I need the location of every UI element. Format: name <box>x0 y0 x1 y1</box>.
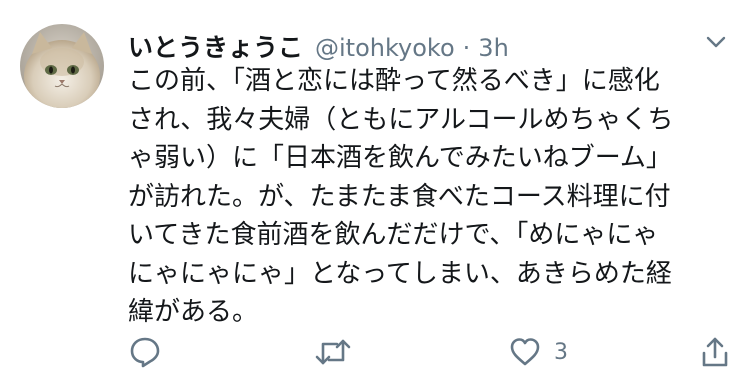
like-button[interactable]: 3 <box>508 332 568 372</box>
tweet-header: いとうきょうこ @itohkyoko · 3h <box>128 28 509 62</box>
reply-icon <box>130 337 160 368</box>
tweet-text-line: され、我々夫婦（ともにアルコールめちゃくち <box>128 104 674 135</box>
tweet-text-line: この前、「酒と恋には酔って然るべき」に感化 <box>128 66 660 96</box>
tweet-text-line: にゃにゃにゃ」となってしまい、あきらめた経 <box>128 258 672 289</box>
display-name[interactable]: いとうきょうこ <box>128 28 303 64</box>
share-icon <box>702 337 728 367</box>
more-options-button[interactable] <box>704 32 728 52</box>
tweet-text: この前、「酒と恋には酔って然るべき」に感化 され、我々夫婦（ともにアルコールめち… <box>128 62 718 332</box>
tweet-actions: 3 <box>128 332 732 372</box>
chevron-down-icon <box>706 36 726 48</box>
reply-button[interactable] <box>128 332 162 372</box>
user-handle[interactable]: @itohkyoko <box>315 34 455 62</box>
separator-dot: · <box>462 34 471 62</box>
tweet-text-line: いてきた食前酒を飲んだだけで、「めにゃにゃ <box>128 220 659 250</box>
avatar[interactable] <box>20 24 104 108</box>
tweet: いとうきょうこ @itohkyoko · 3h この前、「酒と恋には酔って然るべ… <box>0 0 736 384</box>
retweet-button[interactable] <box>314 332 352 372</box>
retweet-icon <box>315 339 351 365</box>
tweet-text-line: ゃ弱い）に「日本酒を飲んでみたいねブーム」 <box>128 143 672 173</box>
cat-avatar-image <box>20 24 104 108</box>
share-button[interactable] <box>700 332 730 372</box>
timestamp[interactable]: 3h <box>478 34 508 62</box>
tweet-text-line: が訪れた。が、たまたま食べたコース料理に付 <box>128 181 671 212</box>
tweet-text-line: 緯がある。 <box>128 297 259 327</box>
like-count: 3 <box>554 339 568 365</box>
like-icon <box>510 338 540 366</box>
